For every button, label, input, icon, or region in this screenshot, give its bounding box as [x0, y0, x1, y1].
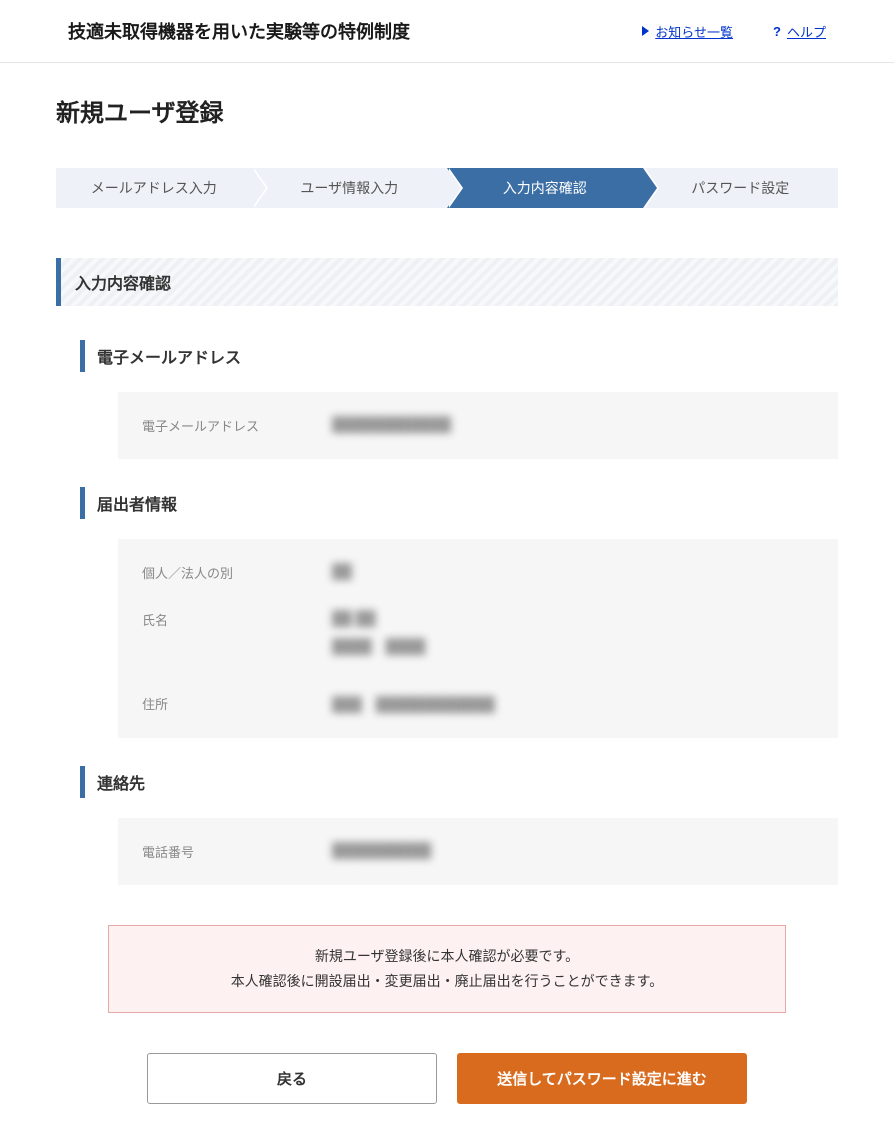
- email-label: 電子メールアドレス: [142, 416, 332, 435]
- app-title: 技適未取得機器を用いた実験等の特例制度: [68, 18, 410, 44]
- notice-line1: 新規ユーザ登録後に本人確認が必要です。: [127, 944, 767, 969]
- step-email: メールアドレス入力: [56, 168, 252, 208]
- section-title: 入力内容確認: [56, 258, 838, 306]
- table-row: 氏名 ██ ██ ████ ████: [118, 596, 838, 680]
- page-title: 新規ユーザ登録: [56, 93, 838, 128]
- notice-box: 新規ユーザ登録後に本人確認が必要です。 本人確認後に開設届出・変更届出・廃止届出…: [108, 925, 786, 1013]
- type-label: 個人／法人の別: [142, 563, 332, 582]
- applicant-section-title: 届出者情報: [80, 487, 838, 519]
- triangle-icon: [642, 26, 649, 36]
- button-row: 戻る 送信してパスワード設定に進む: [56, 1053, 838, 1104]
- email-data-box: 電子メールアドレス ████████████: [118, 392, 838, 459]
- news-link-text[interactable]: お知らせ一覧: [655, 22, 733, 41]
- name-label: 氏名: [142, 610, 332, 629]
- step-userinfo: ユーザ情報入力: [252, 168, 448, 208]
- step-confirm: 入力内容確認: [447, 168, 643, 208]
- back-button[interactable]: 戻る: [147, 1053, 437, 1104]
- header-links: お知らせ一覧 ? ヘルプ: [642, 22, 826, 41]
- applicant-section: 届出者情報 個人／法人の別 ██ 氏名 ██ ██ ████ ████ 住所 █…: [80, 487, 838, 738]
- email-section: 電子メールアドレス 電子メールアドレス ████████████: [80, 340, 838, 459]
- main-content: 新規ユーザ登録 メールアドレス入力 ユーザ情報入力 入力内容確認 パスワード設定…: [0, 63, 894, 1144]
- contact-data-box: 電話番号 ██████████: [118, 818, 838, 885]
- submit-button[interactable]: 送信してパスワード設定に進む: [457, 1053, 747, 1104]
- address-value: ███ ████████████: [332, 694, 495, 714]
- news-link[interactable]: お知らせ一覧: [642, 22, 733, 41]
- phone-label: 電話番号: [142, 842, 332, 861]
- address-label: 住所: [142, 694, 332, 713]
- table-row: 電子メールアドレス ████████████: [118, 402, 838, 449]
- table-row: 住所 ███ ████████████: [118, 680, 838, 728]
- email-value: ████████████: [332, 416, 451, 432]
- stepper: メールアドレス入力 ユーザ情報入力 入力内容確認 パスワード設定: [56, 168, 838, 208]
- name-value: ██ ██ ████ ████: [332, 610, 425, 666]
- step-password: パスワード設定: [643, 168, 839, 208]
- help-link-text[interactable]: ヘルプ: [787, 22, 826, 41]
- email-section-title: 電子メールアドレス: [80, 340, 838, 372]
- table-row: 電話番号 ██████████: [118, 828, 838, 875]
- table-row: 個人／法人の別 ██: [118, 549, 838, 596]
- notice-line2: 本人確認後に開設届出・変更届出・廃止届出を行うことができます。: [127, 969, 767, 994]
- help-link[interactable]: ? ヘルプ: [773, 22, 826, 41]
- applicant-data-box: 個人／法人の別 ██ 氏名 ██ ██ ████ ████ 住所 ███ ███…: [118, 539, 838, 738]
- contact-section-title: 連絡先: [80, 766, 838, 798]
- question-icon: ?: [773, 24, 781, 39]
- contact-section: 連絡先 電話番号 ██████████: [80, 766, 838, 885]
- phone-value: ██████████: [332, 842, 431, 858]
- app-header: 技適未取得機器を用いた実験等の特例制度 お知らせ一覧 ? ヘルプ: [0, 0, 894, 63]
- type-value: ██: [332, 563, 352, 579]
